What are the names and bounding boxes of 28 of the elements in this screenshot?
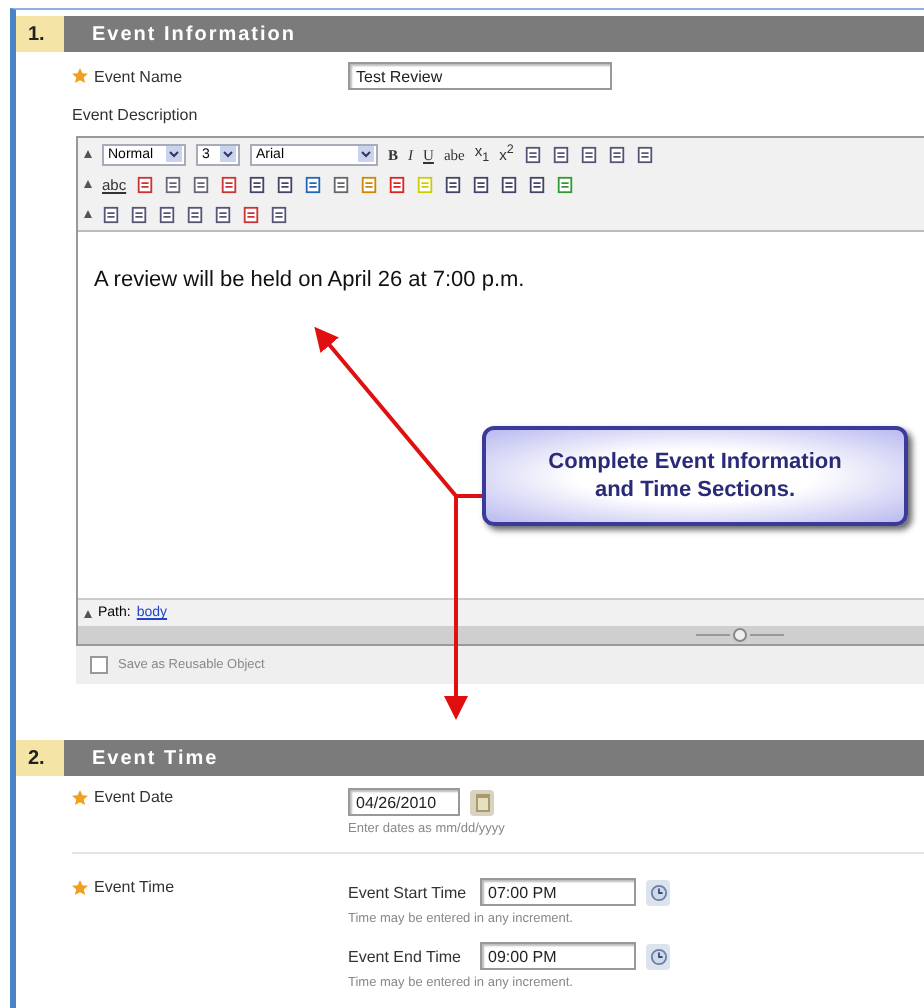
dropdown-caret-icon xyxy=(220,146,236,162)
dropdown-caret-icon xyxy=(358,146,374,162)
resize-handle-icon[interactable] xyxy=(696,628,784,642)
checkbox[interactable] xyxy=(90,656,108,674)
field-label: Event Start Time xyxy=(348,883,469,901)
field-label: Event Time xyxy=(94,878,175,896)
event-name-field[interactable]: Test Review xyxy=(348,62,612,90)
clock-button[interactable] xyxy=(646,879,670,905)
date-field[interactable]: 04/26/2010 xyxy=(348,788,460,816)
field-label: Event Date xyxy=(94,788,174,806)
field-label: Event Name xyxy=(94,67,183,85)
callout-text: Complete Event Information and Time Sections. xyxy=(546,447,844,505)
collapse-icon[interactable] xyxy=(84,210,92,218)
dropdown-caret-icon xyxy=(166,146,182,162)
section-title: Event Time xyxy=(64,740,924,776)
field-label: Event Description xyxy=(72,106,198,124)
time-field[interactable]: 09:00 PM xyxy=(480,942,636,970)
field-label: Event End Time xyxy=(348,947,463,965)
description-text: A review will be held on April 26 at 7:00 p.m. xyxy=(94,268,525,292)
time-field[interactable]: 07:00 PM xyxy=(480,878,636,906)
collapse-icon[interactable] xyxy=(84,150,92,158)
collapse-icon[interactable] xyxy=(84,180,92,188)
clock-button[interactable] xyxy=(646,943,670,969)
section-title: Event Information xyxy=(64,16,924,52)
section-number: 1. xyxy=(16,16,64,52)
section-number: 2. xyxy=(16,740,64,776)
collapse-icon[interactable] xyxy=(84,609,92,617)
calendar-button[interactable] xyxy=(470,789,494,815)
